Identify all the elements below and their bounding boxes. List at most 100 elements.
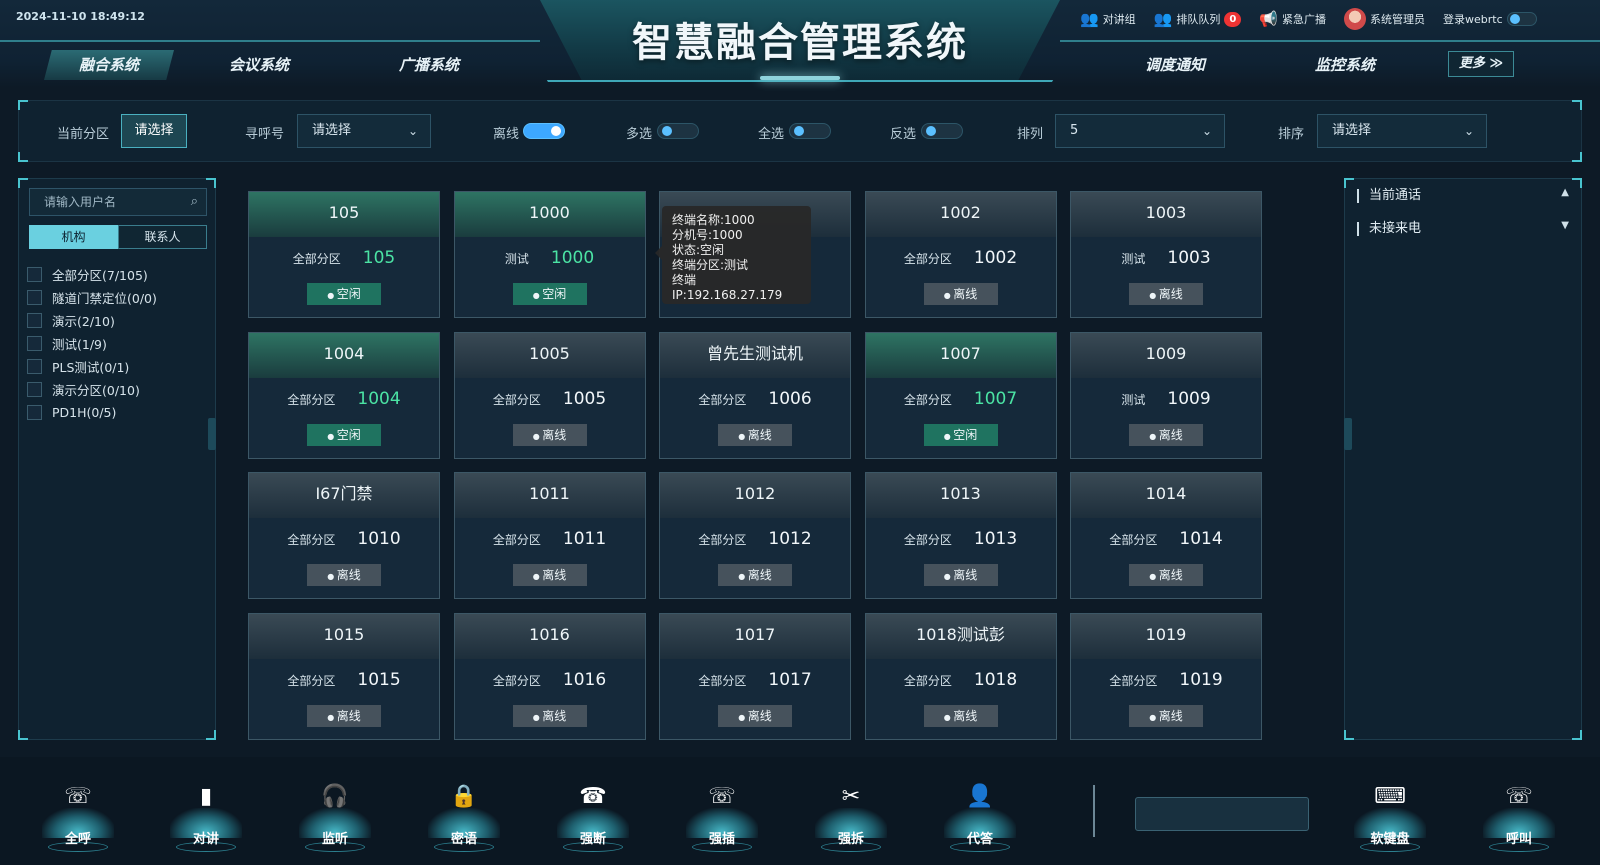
- intercom-group-label: 对讲组: [1102, 13, 1136, 26]
- phone-dial-icon: ☏: [1505, 784, 1533, 809]
- checkbox[interactable]: [27, 405, 42, 420]
- terminal-card[interactable]: 曾先生测试机 全部分区 1006 ● 离线: [659, 331, 851, 459]
- action-button-lock[interactable]: 🔒 密语: [424, 770, 504, 865]
- tooltip-line: 状态:空闲: [672, 243, 725, 257]
- checkbox[interactable]: [27, 313, 42, 328]
- chevron-down-icon: ⌄: [1463, 124, 1474, 138]
- terminal-card[interactable]: 1002 全部分区 1002 ● 离线: [864, 191, 1057, 318]
- action-button-hang-up[interactable]: ☎ 强断: [553, 770, 633, 865]
- webrtc-toggle[interactable]: [1506, 12, 1537, 26]
- tree-item[interactable]: 演示分区(0/10): [27, 378, 157, 401]
- invert-select-toggle[interactable]: [921, 123, 963, 139]
- tree-item[interactable]: PLS测试(0/1): [27, 355, 157, 378]
- search-icon[interactable]: ⌕: [191, 189, 198, 215]
- terminal-card[interactable]: 1005 全部分区 1005 ● 离线: [453, 331, 646, 459]
- terminal-info: 全部分区 1016: [455, 670, 645, 690]
- zone-select-button[interactable]: 请选择: [121, 114, 187, 148]
- nav-tab-dispatch-notice[interactable]: 调度通知: [1110, 50, 1240, 80]
- tree-item-label: 演示(2/10): [52, 314, 115, 329]
- checkbox[interactable]: [27, 267, 42, 282]
- action-button-keyboard[interactable]: ⌨ 软键盘: [1350, 770, 1430, 865]
- tree-item[interactable]: 隧道门禁定位(0/0): [27, 286, 157, 309]
- terminal-card[interactable]: I67门禁 全部分区 1010 ● 离线: [248, 472, 440, 599]
- nav-tab-fusion[interactable]: 融合系统: [44, 50, 174, 80]
- dial-number-input[interactable]: [1135, 797, 1309, 831]
- terminal-card[interactable]: 1012 全部分区 1012 ● 离线: [659, 472, 851, 599]
- checkbox[interactable]: [27, 359, 42, 374]
- paging-select[interactable]: 请选择 ⌄: [297, 114, 431, 148]
- tab-organization[interactable]: 机构: [29, 225, 118, 249]
- status-badge: ● 空闲: [307, 423, 381, 446]
- status-dot-icon: ●: [532, 431, 543, 441]
- terminal-card[interactable]: 1017 全部分区 1017 ● 离线: [659, 612, 851, 740]
- toggle-knob: [662, 126, 672, 136]
- corner-decoration: [1572, 178, 1582, 188]
- terminal-card[interactable]: 1016 全部分区 1016 ● 离线: [453, 612, 646, 740]
- terminal-card[interactable]: 1013 全部分区 1013 ● 离线: [864, 472, 1057, 599]
- columns-select[interactable]: 5 ⌄: [1055, 114, 1225, 148]
- terminal-card[interactable]: 1014 全部分区 1014 ● 离线: [1070, 472, 1262, 599]
- terminal-name: 1003: [1071, 192, 1261, 237]
- terminal-card[interactable]: 1015 全部分区 1015 ● 离线: [248, 612, 440, 740]
- columns-label: 排列: [1017, 127, 1044, 142]
- action-button-headset[interactable]: 🎧 监听: [295, 770, 375, 865]
- terminal-card[interactable]: 1009 测试 1009 ● 离线: [1070, 331, 1262, 459]
- multi-select-toggle[interactable]: [657, 123, 699, 139]
- left-panel-collapse-handle[interactable]: [208, 418, 216, 450]
- checkbox[interactable]: [27, 382, 42, 397]
- action-button-phone-call[interactable]: ☏ 全呼: [38, 770, 118, 865]
- terminal-card[interactable]: 1019 全部分区 1019 ● 离线: [1070, 612, 1262, 740]
- status-dot-icon: ●: [532, 291, 543, 300]
- action-button-phone-insert[interactable]: ☏ 强插: [682, 770, 762, 865]
- terminal-card[interactable]: 1003 测试 1003 ● 离线: [1070, 191, 1262, 318]
- action-button-phone-break[interactable]: ✂ 强拆: [811, 770, 891, 865]
- tree-item[interactable]: PD1H(0/5): [27, 401, 157, 424]
- nav-tab-broadcast[interactable]: 广播系统: [364, 50, 494, 80]
- terminal-card[interactable]: 1018测试彭 全部分区 1018 ● 离线: [864, 612, 1057, 740]
- terminal-number: 1005: [562, 388, 607, 409]
- terminal-card[interactable]: 1000 测试 1000 ● 空闲: [453, 191, 646, 318]
- queue-button[interactable]: 👥 排队队列 0: [1154, 10, 1242, 28]
- tree-item[interactable]: 全部分区(7/105): [27, 263, 157, 286]
- right-panel-collapse-handle[interactable]: [1344, 418, 1352, 450]
- status-label: 空闲: [336, 287, 361, 301]
- nav-tab-monitor[interactable]: 监控系统: [1280, 50, 1410, 80]
- action-button-user-answer[interactable]: 👤 代答: [940, 770, 1020, 865]
- sort-select[interactable]: 请选择 ⌄: [1317, 114, 1487, 148]
- terminal-number: 1004: [357, 388, 401, 409]
- terminal-card[interactable]: 1011 全部分区 1011 ● 离线: [453, 472, 646, 599]
- select-all-toggle[interactable]: [789, 123, 831, 139]
- expand-down-icon[interactable]: ▼: [1561, 220, 1569, 231]
- terminal-number: 1013: [973, 529, 1018, 549]
- action-button-phone-dial[interactable]: ☏ 呼叫: [1479, 770, 1559, 865]
- tab-contacts[interactable]: 联系人: [118, 225, 207, 249]
- offline-toggle[interactable]: [523, 123, 565, 139]
- terminal-info: 全部分区 1012: [660, 529, 850, 549]
- more-button[interactable]: 更多 ≫: [1448, 51, 1514, 77]
- tree-item[interactable]: 测试(1/9): [27, 332, 157, 355]
- tree-item[interactable]: 演示(2/10): [27, 309, 157, 332]
- paging-label: 寻呼号: [245, 127, 285, 142]
- status-label: 离线: [747, 708, 772, 723]
- terminal-name: 1012: [660, 473, 850, 518]
- user-menu[interactable]: 系统管理员: [1344, 8, 1425, 30]
- status-badge: ● 离线: [307, 564, 381, 586]
- nav-tab-meeting[interactable]: 会议系统: [194, 50, 324, 80]
- user-answer-icon: 👤: [966, 784, 994, 809]
- intercom-group-button[interactable]: 👥 对讲组: [1080, 10, 1136, 28]
- terminal-name: 1013: [865, 473, 1056, 518]
- emergency-broadcast-button[interactable]: 📢 紧急广播: [1259, 10, 1326, 28]
- user-search-input[interactable]: 请输入用户名 ⌕: [29, 188, 207, 216]
- terminal-card[interactable]: 105 全部分区 105 ● 空闲: [248, 191, 440, 318]
- terminal-card[interactable]: 1004 全部分区 1004 ● 空闲: [248, 331, 440, 459]
- action-button-walkie-talkie[interactable]: ▮ 对讲: [166, 770, 246, 865]
- corner-decoration: [18, 178, 28, 188]
- collapse-up-icon[interactable]: ▲: [1561, 187, 1569, 198]
- current-call-section[interactable]: 当前通话: [1357, 189, 1421, 203]
- checkbox[interactable]: [27, 290, 42, 305]
- checkbox[interactable]: [27, 336, 42, 351]
- terminal-card[interactable]: 1007 全部分区 1007 ● 空闲: [864, 331, 1057, 459]
- missed-call-section[interactable]: 未接来电: [1357, 222, 1421, 236]
- corner-decoration: [1572, 100, 1582, 110]
- status-dot-icon: ●: [738, 712, 748, 722]
